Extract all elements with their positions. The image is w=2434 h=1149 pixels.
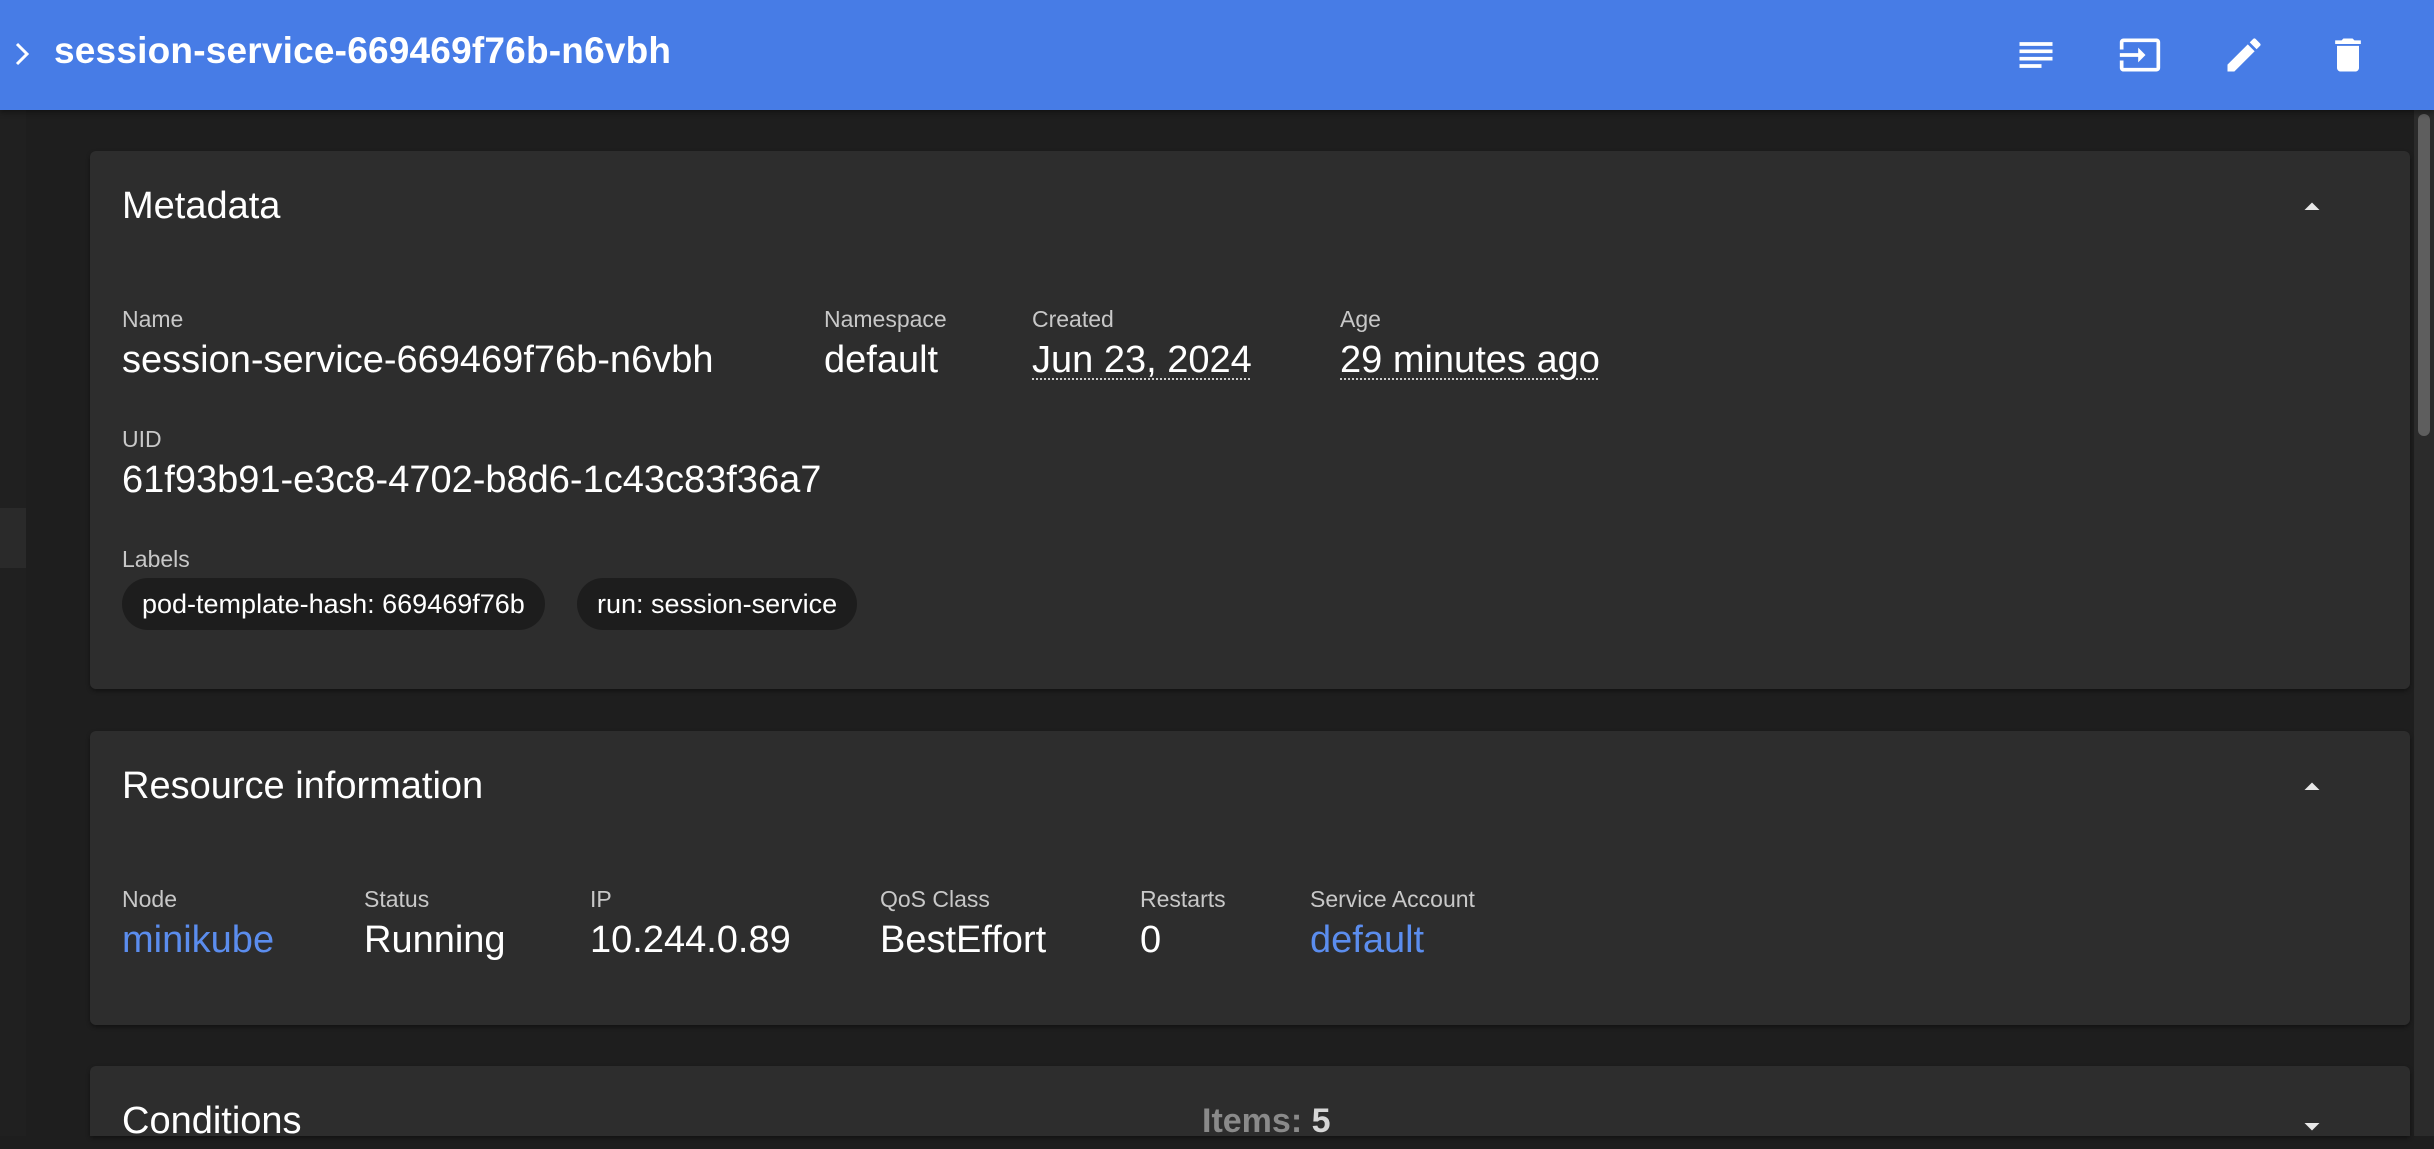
delete-icon <box>2335 38 2361 72</box>
edit-button[interactable] <box>2214 25 2274 85</box>
qos-class-label: QoS Class <box>880 886 990 912</box>
created-label: Created <box>1032 306 1114 332</box>
edit-icon <box>2227 38 2261 72</box>
detail-toolbar: session-service-669469f76b-n6vbh <box>0 0 2434 110</box>
resource-information-card: Resource information Node minikube Statu… <box>90 731 2410 1025</box>
qos-class-field: QoS Class BestEffort <box>880 885 1046 963</box>
namespace-field: Namespace default <box>824 305 947 383</box>
metadata-title: Metadata <box>122 185 281 227</box>
name-value: session-service-669469f76b-n6vbh <box>122 339 714 381</box>
delete-button[interactable] <box>2318 25 2378 85</box>
uid-value: 61f93b91-e3c8-4702-b8d6-1c43c83f36a7 <box>122 459 822 501</box>
qos-class-value: BestEffort <box>880 919 1047 961</box>
label-chip[interactable]: run: session-service <box>577 578 858 630</box>
scrollbar-thumb[interactable] <box>2418 114 2430 436</box>
uid-label: UID <box>122 426 162 452</box>
ip-value: 10.244.0.89 <box>590 919 791 961</box>
resource-information-title: Resource information <box>122 765 484 807</box>
service-account-field: Service Account default <box>1310 885 1475 963</box>
chevron-down-icon[interactable] <box>2294 1108 2330 1144</box>
chevron-up-icon[interactable] <box>2294 189 2330 225</box>
exec-button[interactable] <box>2110 25 2170 85</box>
namespace-value: default <box>824 339 939 381</box>
name-label: Name <box>122 306 184 332</box>
items-count-value: 5 <box>1311 1102 1331 1140</box>
service-account-label: Service Account <box>1310 886 1475 912</box>
service-account-link[interactable]: default <box>1310 917 1475 963</box>
node-link[interactable]: minikube <box>122 917 274 963</box>
age-field: Age 29 minutes ago <box>1340 305 1600 383</box>
logs-button[interactable] <box>2006 25 2066 85</box>
side-rail-marker <box>0 508 26 568</box>
chevron-right-icon[interactable] <box>8 36 38 72</box>
exec-icon <box>2119 38 2161 72</box>
status-value: Running <box>364 919 506 961</box>
name-field: Name session-service-669469f76b-n6vbh <box>122 305 713 383</box>
restarts-value: 0 <box>1140 919 1162 961</box>
node-field: Node minikube <box>122 885 274 963</box>
uid-field: UID 61f93b91-e3c8-4702-b8d6-1c43c83f36a7 <box>122 425 821 503</box>
ip-label: IP <box>590 886 612 912</box>
status-label: Status <box>364 886 430 912</box>
conditions-title: Conditions <box>122 1100 302 1142</box>
items-label: Items: <box>1202 1102 1303 1140</box>
node-label: Node <box>122 886 177 912</box>
page-title: session-service-669469f76b-n6vbh <box>54 30 672 71</box>
age-value[interactable]: 29 minutes ago <box>1340 337 1600 383</box>
label-chip[interactable]: pod-template-hash: 669469f76b <box>122 578 545 630</box>
items-count: Items: 5 <box>1202 1102 1331 1141</box>
created-field: Created Jun 23, 2024 <box>1032 305 1252 383</box>
restarts-label: Restarts <box>1140 886 1226 912</box>
namespace-label: Namespace <box>824 306 947 332</box>
status-field: Status Running <box>364 885 506 963</box>
conditions-card: Conditions Items: 5 <box>90 1066 2410 1142</box>
logs-icon <box>2019 42 2053 68</box>
labels-label: Labels <box>122 546 190 572</box>
side-rail <box>0 110 26 1136</box>
restarts-field: Restarts 0 <box>1140 885 1226 963</box>
ip-field: IP 10.244.0.89 <box>590 885 791 963</box>
chevron-up-icon[interactable] <box>2294 769 2330 805</box>
labels-field: Labels <box>122 545 190 573</box>
metadata-card: Metadata Name session-service-669469f76b… <box>90 151 2410 689</box>
age-label: Age <box>1340 306 1381 332</box>
created-value[interactable]: Jun 23, 2024 <box>1032 337 1252 383</box>
